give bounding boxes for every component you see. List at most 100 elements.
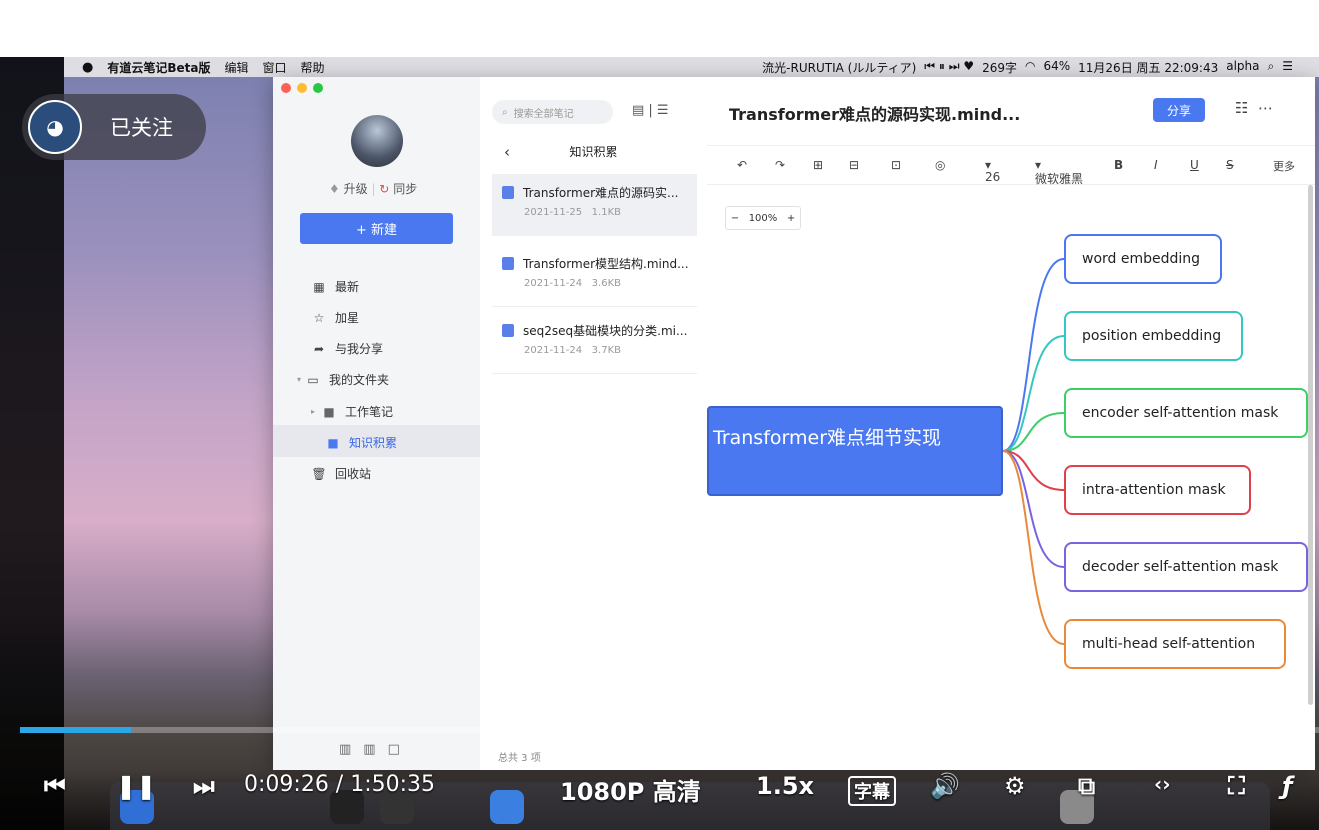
mindmap-root-node[interactable]: Transformer难点细节实现 — [707, 406, 1003, 496]
maximize-icon[interactable] — [313, 83, 323, 93]
sidebar-item-starred[interactable]: ☆ 加星 — [311, 309, 359, 326]
mindmap-link — [1002, 335, 1065, 452]
mindmap-file-icon — [502, 324, 514, 337]
folder-icon: ■ — [323, 404, 335, 419]
logo-icon: ƒ — [1282, 772, 1293, 800]
clock[interactable]: 11月26日 周五 22:09:43 — [1078, 59, 1218, 76]
upgrade-sync: ♦ 升级 | ↻ 同步 — [329, 180, 417, 197]
menu-window[interactable]: 窗口 — [262, 59, 286, 76]
list-header: 知识积累 — [569, 145, 618, 159]
view-mode-icons[interactable]: ▥▥□ — [339, 742, 412, 757]
note-date: 2021-11-25 — [524, 207, 583, 218]
sidebar-item-my-folders[interactable]: ▾ ▭ 我的文件夹 — [297, 371, 389, 388]
user-name[interactable]: alpha — [1226, 59, 1259, 76]
note-title: seq2seq基础模块的分类.mi... — [523, 324, 688, 338]
mindmap-child-node[interactable]: encoder self-attention mask — [1064, 388, 1308, 438]
pause-icon[interactable]: ❚❚ — [116, 772, 156, 800]
sync-icon: ↻ — [379, 182, 390, 196]
sidebar: ♦ 升级 | ↻ 同步 + 新建 ▦ 最新 ☆ 加星 ➦ 与我分享 ▾ ▭ 我的文件夹 … — [273, 77, 480, 770]
note-size: 3.6KB — [591, 278, 621, 289]
previous-icon[interactable]: ⏮ — [44, 772, 66, 800]
follow-badge[interactable]: ◕ 已关注 — [22, 94, 206, 160]
list-view-icons[interactable]: ▤ | ☰ — [632, 103, 669, 118]
sidebar-item-shared[interactable]: ➦ 与我分享 — [311, 340, 383, 357]
pip-icon[interactable]: ⧉ — [1078, 772, 1095, 800]
upgrade-link[interactable]: 升级 — [344, 182, 368, 196]
total-count: 总共 3 项 — [498, 753, 541, 764]
widescreen-icon[interactable]: ‹› — [1154, 772, 1170, 796]
mindmap-child-node[interactable]: position embedding — [1064, 311, 1243, 361]
mindmap-child-node[interactable]: intra-attention mask — [1064, 465, 1251, 515]
list-icon[interactable]: ☰ — [1282, 59, 1293, 76]
sidebar-item-latest[interactable]: ▦ 最新 — [311, 278, 359, 295]
list-item[interactable]: seq2seq基础模块的分类.mi... 2021-11-24 3.7KB — [492, 312, 697, 374]
trash-icon: 🗑 — [311, 466, 327, 481]
minimize-icon[interactable] — [297, 83, 307, 93]
search-input[interactable]: ⌕ 搜索全部笔记 — [492, 100, 613, 124]
sidebar-item-knowledge[interactable]: ■ 知识积累 — [325, 434, 397, 451]
avatar: ◕ — [28, 100, 82, 154]
cloud-icon[interactable] — [490, 790, 524, 824]
user-avatar[interactable] — [351, 115, 403, 167]
fullscreen-icon[interactable]: ⛶ — [1228, 772, 1245, 800]
mindmap-child-node[interactable]: decoder self-attention mask — [1064, 542, 1308, 592]
mindmap-editor: Transformer难点的源码实现.mind... 分享 ☷ ⋯ ↶ ↷ ⊞ … — [707, 77, 1315, 770]
grid-icon: ▦ — [313, 279, 325, 294]
diamond-icon: ♦ — [329, 182, 340, 196]
search-placeholder: 搜索全部笔记 — [513, 108, 574, 120]
folder-icon: ■ — [327, 435, 339, 450]
mindmap-file-icon — [502, 186, 514, 199]
mindmap-child-node[interactable]: word embedding — [1064, 234, 1222, 284]
sync-link[interactable]: 同步 — [393, 182, 417, 196]
note-title: Transformer难点的源码实... — [523, 186, 679, 200]
battery[interactable]: 64% — [1043, 59, 1070, 76]
search-icon: ⌕ — [502, 106, 508, 118]
menu-edit[interactable]: 编辑 — [224, 59, 248, 76]
mindmap-file-icon — [502, 257, 514, 270]
word-count: 269字 — [982, 61, 1017, 75]
mindmap-link — [1002, 450, 1065, 568]
window-controls — [281, 83, 323, 93]
vertical-scrollbar[interactable] — [1308, 185, 1313, 705]
note-size: 3.7KB — [591, 345, 621, 356]
sidebar-item-label: 工作笔记 — [345, 405, 394, 419]
volume-icon[interactable]: 🔊 — [930, 772, 960, 800]
sidebar-item-trash[interactable]: 🗑 回收站 — [311, 465, 371, 482]
list-item[interactable]: Transformer难点的源码实... 2021-11-25 1.1KB — [492, 174, 697, 236]
sidebar-item-label: 最新 — [335, 280, 360, 294]
mindmap-child-node[interactable]: multi-head self-attention — [1064, 619, 1286, 669]
note-date: 2021-11-24 — [524, 345, 583, 356]
menu-help[interactable]: 帮助 — [301, 59, 325, 76]
media-controls-icon[interactable]: ⏮ ⏸ ⏭ ♥ — [924, 59, 974, 76]
note-size: 1.1KB — [591, 207, 621, 218]
spotlight-icon[interactable]: ⌕ — [1268, 59, 1275, 76]
share-icon: ➦ — [313, 341, 325, 356]
next-icon[interactable]: ⏭ — [193, 772, 215, 800]
close-icon[interactable] — [281, 83, 291, 93]
video-progress-fill — [20, 727, 131, 733]
note-title: Transformer模型结构.mind... — [523, 257, 689, 271]
list-item[interactable]: Transformer模型结构.mind... 2021-11-24 3.6KB — [492, 245, 697, 307]
apple-icon[interactable]: ● — [82, 60, 93, 75]
chevron-right-icon: ▸ — [311, 407, 316, 416]
note-list: ⌕ 搜索全部笔记 ▤ | ☰ ‹ 知识积累 Transformer难点的源码实.… — [480, 77, 708, 770]
mac-menubar: ● 有道云笔记Beta版 编辑 窗口 帮助 流光-RURUTIA (ルルティア)… — [64, 57, 1319, 77]
app-window: ♦ 升级 | ↻ 同步 + 新建 ▦ 最新 ☆ 加星 ➦ 与我分享 ▾ ▭ 我的文件夹 … — [273, 77, 1315, 770]
speed-button[interactable]: 1.5x — [756, 772, 814, 800]
sidebar-item-label: 知识积累 — [349, 436, 398, 450]
wifi-icon[interactable]: ◠ — [1025, 59, 1035, 76]
menu-app[interactable]: 有道云笔记Beta版 — [107, 59, 210, 76]
quality-button[interactable]: 1080P 高清 — [560, 772, 701, 807]
folder-icon: ▭ — [307, 372, 319, 387]
sidebar-item-label: 回收站 — [335, 467, 372, 481]
sidebar-item-work-notes[interactable]: ▸ ■ 工作笔记 — [311, 403, 393, 420]
video-progress-bar[interactable] — [20, 727, 1319, 733]
sidebar-item-label: 我的文件夹 — [329, 373, 390, 387]
chevron-down-icon: ▾ — [297, 375, 302, 384]
new-button[interactable]: + 新建 — [300, 213, 453, 244]
star-icon: ☆ — [313, 310, 325, 325]
settings-icon[interactable]: ⚙ — [1004, 772, 1026, 800]
now-playing[interactable]: 流光-RURUTIA (ルルティア) — [762, 59, 916, 76]
subtitle-button[interactable]: 字幕 — [848, 776, 896, 806]
mindmap-link — [1002, 450, 1065, 645]
